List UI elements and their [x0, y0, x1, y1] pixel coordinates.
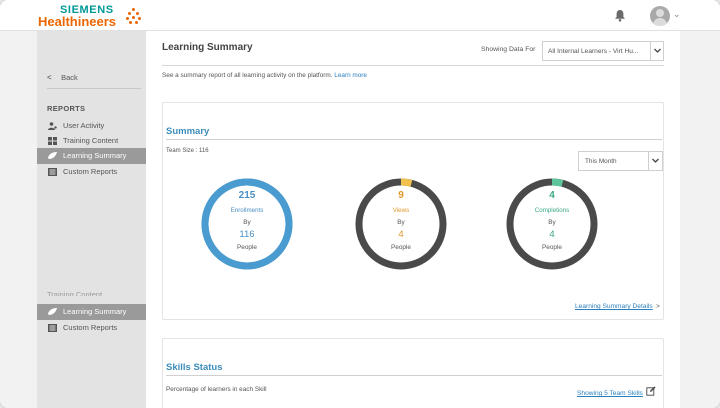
divider: [47, 88, 141, 89]
reports-heading: REPORTS: [47, 104, 86, 113]
by-label: By: [548, 219, 556, 226]
completions-people-count: 4: [549, 229, 555, 240]
description-text: See a summary report of all learning act…: [162, 72, 333, 79]
sidebar-item-label: Training Content: [63, 136, 119, 145]
learning-summary-details-link[interactable]: Learning Summary Details: [575, 303, 653, 310]
enrollments-people-count: 116: [239, 229, 255, 240]
completions-ring: 4 Completions By 4 People: [505, 177, 599, 271]
app-window: SIEMENS Healthineers ⌄ < Back REPORTS Us…: [0, 0, 720, 408]
sidebar-item-label: User Activity: [63, 121, 105, 130]
brand-dots-icon: [126, 8, 142, 26]
people-label: People: [542, 244, 562, 251]
learner-group-value: All Internal Learners - Virt Hu...: [548, 48, 639, 55]
main-content: Learning Summary Showing Data For All In…: [146, 31, 680, 408]
learning-summary-icon: [48, 152, 57, 159]
chevron-down-icon[interactable]: ⌄: [673, 9, 681, 20]
enrollments-ring: 215 Enrollments By 116 People: [200, 177, 294, 271]
skills-subtitle: Percentage of learners in each Skill: [166, 386, 267, 393]
team-skills-link[interactable]: Showing 5 Team Skills: [577, 390, 643, 397]
sidebar-item-custom-reports-duplicate[interactable]: Custom Reports: [37, 320, 146, 336]
summary-title: Summary: [166, 126, 210, 137]
back-link[interactable]: < Back: [47, 73, 78, 82]
right-gutter: [680, 31, 720, 408]
sidebar-item-label: Learning Summary: [63, 307, 127, 316]
sidebar-item-label: Custom Reports: [63, 167, 118, 176]
brand-logo[interactable]: SIEMENS Healthineers: [38, 4, 141, 29]
completions-label: Completions: [534, 207, 570, 214]
learning-summary-icon: [48, 308, 57, 315]
sidebar-item-learning-summary[interactable]: Learning Summary: [37, 148, 146, 164]
custom-reports-icon: [48, 168, 57, 176]
sidebar-item-label: Learning Summary: [63, 151, 127, 160]
sidebar-item-learning-summary-duplicate[interactable]: Learning Summary: [37, 304, 146, 320]
chevron-down-icon: [654, 48, 661, 53]
custom-reports-icon: [48, 324, 57, 332]
back-label: Back: [61, 73, 78, 82]
period-value: This Month: [585, 158, 617, 165]
divider: [166, 375, 662, 376]
period-select[interactable]: This Month: [578, 151, 663, 171]
training-content-icon: [48, 137, 57, 145]
people-label: People: [391, 244, 411, 251]
sidebar-item-user-activity[interactable]: User Activity: [37, 118, 146, 134]
enrollments-count: 215: [238, 190, 256, 201]
page-description: See a summary report of all learning act…: [162, 72, 367, 79]
sidebar-item-training-content[interactable]: Training Content: [37, 133, 146, 149]
views-label: Views: [392, 207, 410, 214]
edit-icon[interactable]: [646, 386, 656, 396]
divider: [166, 139, 662, 140]
sidebar-ghost-item: Training Content: [47, 290, 103, 296]
top-bar: SIEMENS Healthineers ⌄: [0, 0, 720, 31]
learner-group-select[interactable]: All Internal Learners - Virt Hu...: [542, 41, 664, 61]
chevron-left-icon: <: [47, 73, 52, 82]
skills-status-card: Skills Status Percentage of learners in …: [162, 338, 664, 408]
page-title: Learning Summary: [162, 42, 253, 53]
chevron-right-icon: >: [656, 303, 660, 310]
bell-icon[interactable]: [614, 9, 626, 22]
people-label: People: [237, 244, 257, 251]
sidebar-item-label: Custom Reports: [63, 323, 118, 332]
views-people-count: 4: [398, 229, 404, 240]
sidebar-item-custom-reports[interactable]: Custom Reports: [37, 164, 146, 180]
learn-more-link[interactable]: Learn more: [334, 72, 367, 79]
by-label: By: [397, 219, 405, 226]
divider: [162, 65, 664, 66]
left-gutter: [0, 31, 37, 408]
team-size: Team Size : 116: [166, 148, 209, 154]
brand-healthineers: Healthineers: [38, 14, 117, 29]
skills-status-title: Skills Status: [166, 362, 223, 373]
chevron-down-icon: [652, 158, 659, 163]
user-avatar-icon[interactable]: [650, 6, 670, 26]
completions-count: 4: [549, 190, 555, 201]
views-count: 9: [398, 190, 404, 201]
views-ring: 9 Views By 4 People: [354, 177, 448, 271]
sidebar: < Back REPORTS User Activity Training Co…: [37, 31, 146, 408]
user-activity-icon: [48, 122, 57, 130]
by-label: By: [243, 219, 251, 226]
enrollments-label: Enrollments: [230, 207, 264, 214]
summary-card: Summary Team Size : 116 This Month 215 E…: [162, 102, 664, 320]
showing-data-label: Showing Data For: [481, 46, 536, 53]
